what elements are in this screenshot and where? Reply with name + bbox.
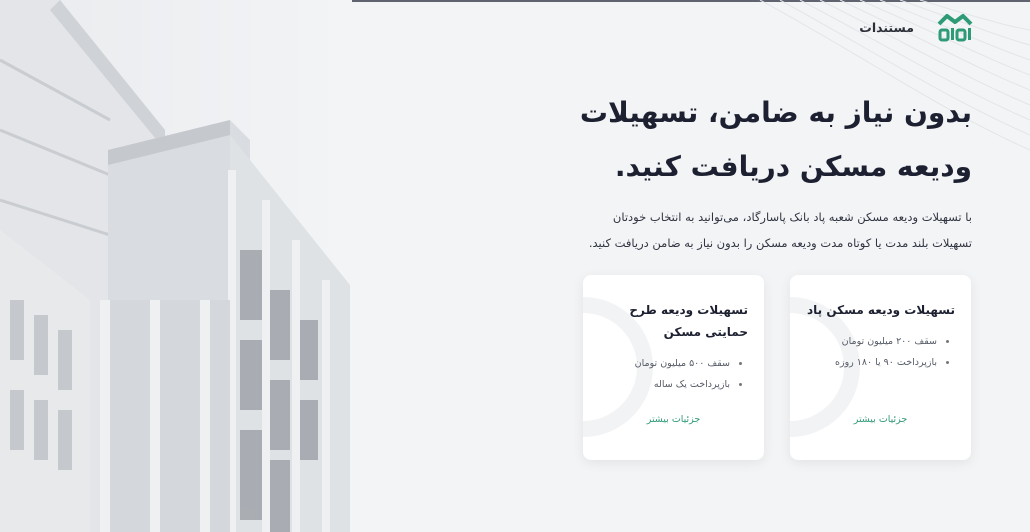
mava-logo[interactable] [935,12,975,44]
card-feature-list: سقف ۲۰۰ میلیون تومان بازپرداخت ۹۰ یا ۱۸۰… [790,331,971,373]
nav-docs-link[interactable]: مستندات [859,20,914,35]
card-title: تسهیلات ودیعه طرح حمایتی مسکن [629,303,748,339]
card-feature-list: سقف ۵۰۰ میلیون تومان بازپرداخت یک ساله [583,353,764,395]
loan-card-pad: تسهیلات ودیعه مسکن پاد سقف ۲۰۰ میلیون تو… [790,275,971,460]
card-title: تسهیلات ودیعه مسکن پاد [806,303,955,317]
card-feature-item: بازپرداخت یک ساله [593,374,730,395]
building-image [0,0,352,532]
card-feature-item: سقف ۲۰۰ میلیون تومان [800,331,937,352]
loan-card-support-plan: تسهیلات ودیعه طرح حمایتی مسکن سقف ۵۰۰ می… [583,275,764,460]
hero-title-line2: ودیعه مسکن دریافت کنید. [614,150,972,183]
hero-subtitle-line1: با تسهیلات ودیعه مسکن شعبه پاد بانک پاسا… [612,210,972,224]
hero-subtitle-line2: تسهیلات بلند مدت یا کوتاه مدت ودیعه مسکن… [588,236,972,250]
card-feature-item: سقف ۵۰۰ میلیون تومان [593,353,730,374]
more-details-link[interactable]: جزئیات بیشتر [790,414,971,425]
hero-subtitle: با تسهیلات ودیعه مسکن شعبه پاد بانک پاسا… [532,204,972,256]
more-details-link[interactable]: جزئیات بیشتر [583,414,764,425]
card-feature-item: بازپرداخت ۹۰ یا ۱۸۰ روزه [800,352,937,373]
hero-title: بدون نیاز به ضامن، تسهیلات ودیعه مسکن در… [552,86,972,194]
mava-logo-icon [937,14,973,42]
hero-title-line1: بدون نیاز به ضامن، تسهیلات [579,96,972,129]
